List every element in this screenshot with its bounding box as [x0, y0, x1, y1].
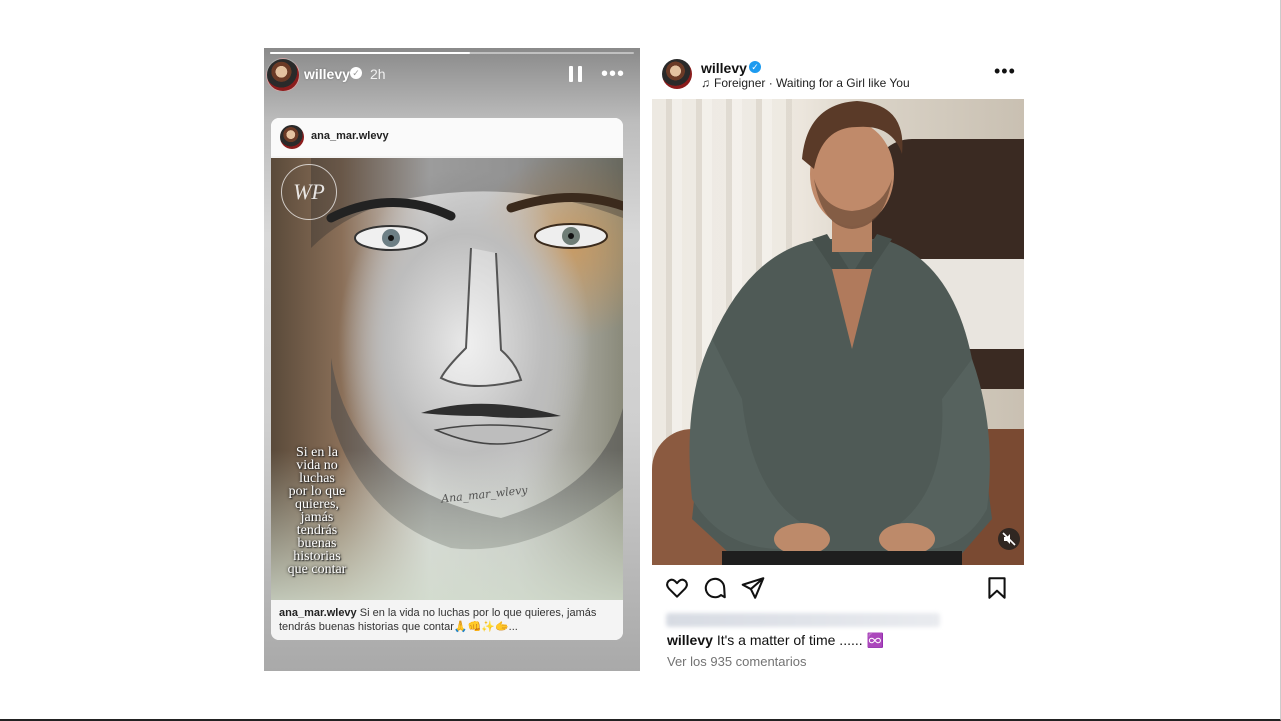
more-horizontal-icon[interactable]: ••• [601, 64, 624, 84]
comment-icon[interactable] [702, 575, 728, 601]
verified-badge-icon: ✓ [350, 67, 362, 79]
story-avatar[interactable] [266, 58, 300, 92]
audio-track-label: Foreigner · Waiting for a Girl like You [714, 76, 910, 90]
caption-username[interactable]: willevy [667, 632, 713, 648]
man-portrait-illustration [689, 101, 992, 565]
post-username[interactable]: willevy [701, 60, 747, 76]
pause-icon[interactable] [569, 66, 583, 82]
more-horizontal-icon[interactable]: ••• [994, 62, 1016, 80]
verified-badge-icon: ✓ [749, 61, 761, 73]
wp-watermark-logo: WP [281, 164, 337, 220]
quote-line: que contar [287, 562, 347, 577]
repost-username[interactable]: ana_mar.wlevy [311, 130, 389, 142]
story-timestamp: 2h [370, 66, 386, 82]
music-note-icon: ♫ [701, 76, 710, 90]
repost-avatar[interactable] [280, 125, 304, 149]
story-header: willevy ✓ 2h ••• [264, 58, 640, 92]
blurred-likes-text [666, 613, 940, 627]
story-screenshot: willevy ✓ 2h ••• ana_mar.wlevy WP Si en … [264, 48, 640, 671]
reposted-post-card[interactable]: ana_mar.wlevy WP Si en la vida no luchas… [271, 118, 623, 640]
repost-image: WP Si en la vida no luchas por lo que qu… [271, 158, 623, 600]
post-caption: willevy It's a matter of time ...... ♾️ [667, 632, 884, 649]
bookmark-icon[interactable] [984, 575, 1010, 601]
share-icon[interactable] [740, 575, 766, 601]
view-comments-link[interactable]: Ver los 935 comentarios [667, 654, 806, 669]
post-action-bar [652, 575, 1024, 601]
heart-icon[interactable] [664, 575, 690, 601]
screenshot-frame-border [0, 0, 1281, 721]
feed-post-screenshot: willevy ✓ ♫ Foreigner · Waiting for a Gir… [652, 48, 1024, 678]
repost-header: ana_mar.wlevy [271, 118, 623, 156]
repost-caption-user[interactable]: ana_mar.wlevy [279, 607, 357, 619]
post-media[interactable] [652, 99, 1024, 565]
caption-text: It's a matter of time ...... ♾️ [716, 632, 884, 648]
story-username[interactable]: willevy [304, 66, 350, 82]
story-progress-bar [270, 52, 634, 54]
post-avatar[interactable] [662, 59, 692, 89]
story-progress-fill [270, 52, 471, 54]
repost-caption: ana_mar.wlevy Si en la vida no luchas po… [271, 602, 623, 640]
quote-text: Si en la vida no luchas por lo que quier… [277, 446, 357, 577]
post-audio-track[interactable]: ♫ Foreigner · Waiting for a Girl like You [701, 76, 910, 90]
muted-audio-icon[interactable] [998, 528, 1020, 550]
